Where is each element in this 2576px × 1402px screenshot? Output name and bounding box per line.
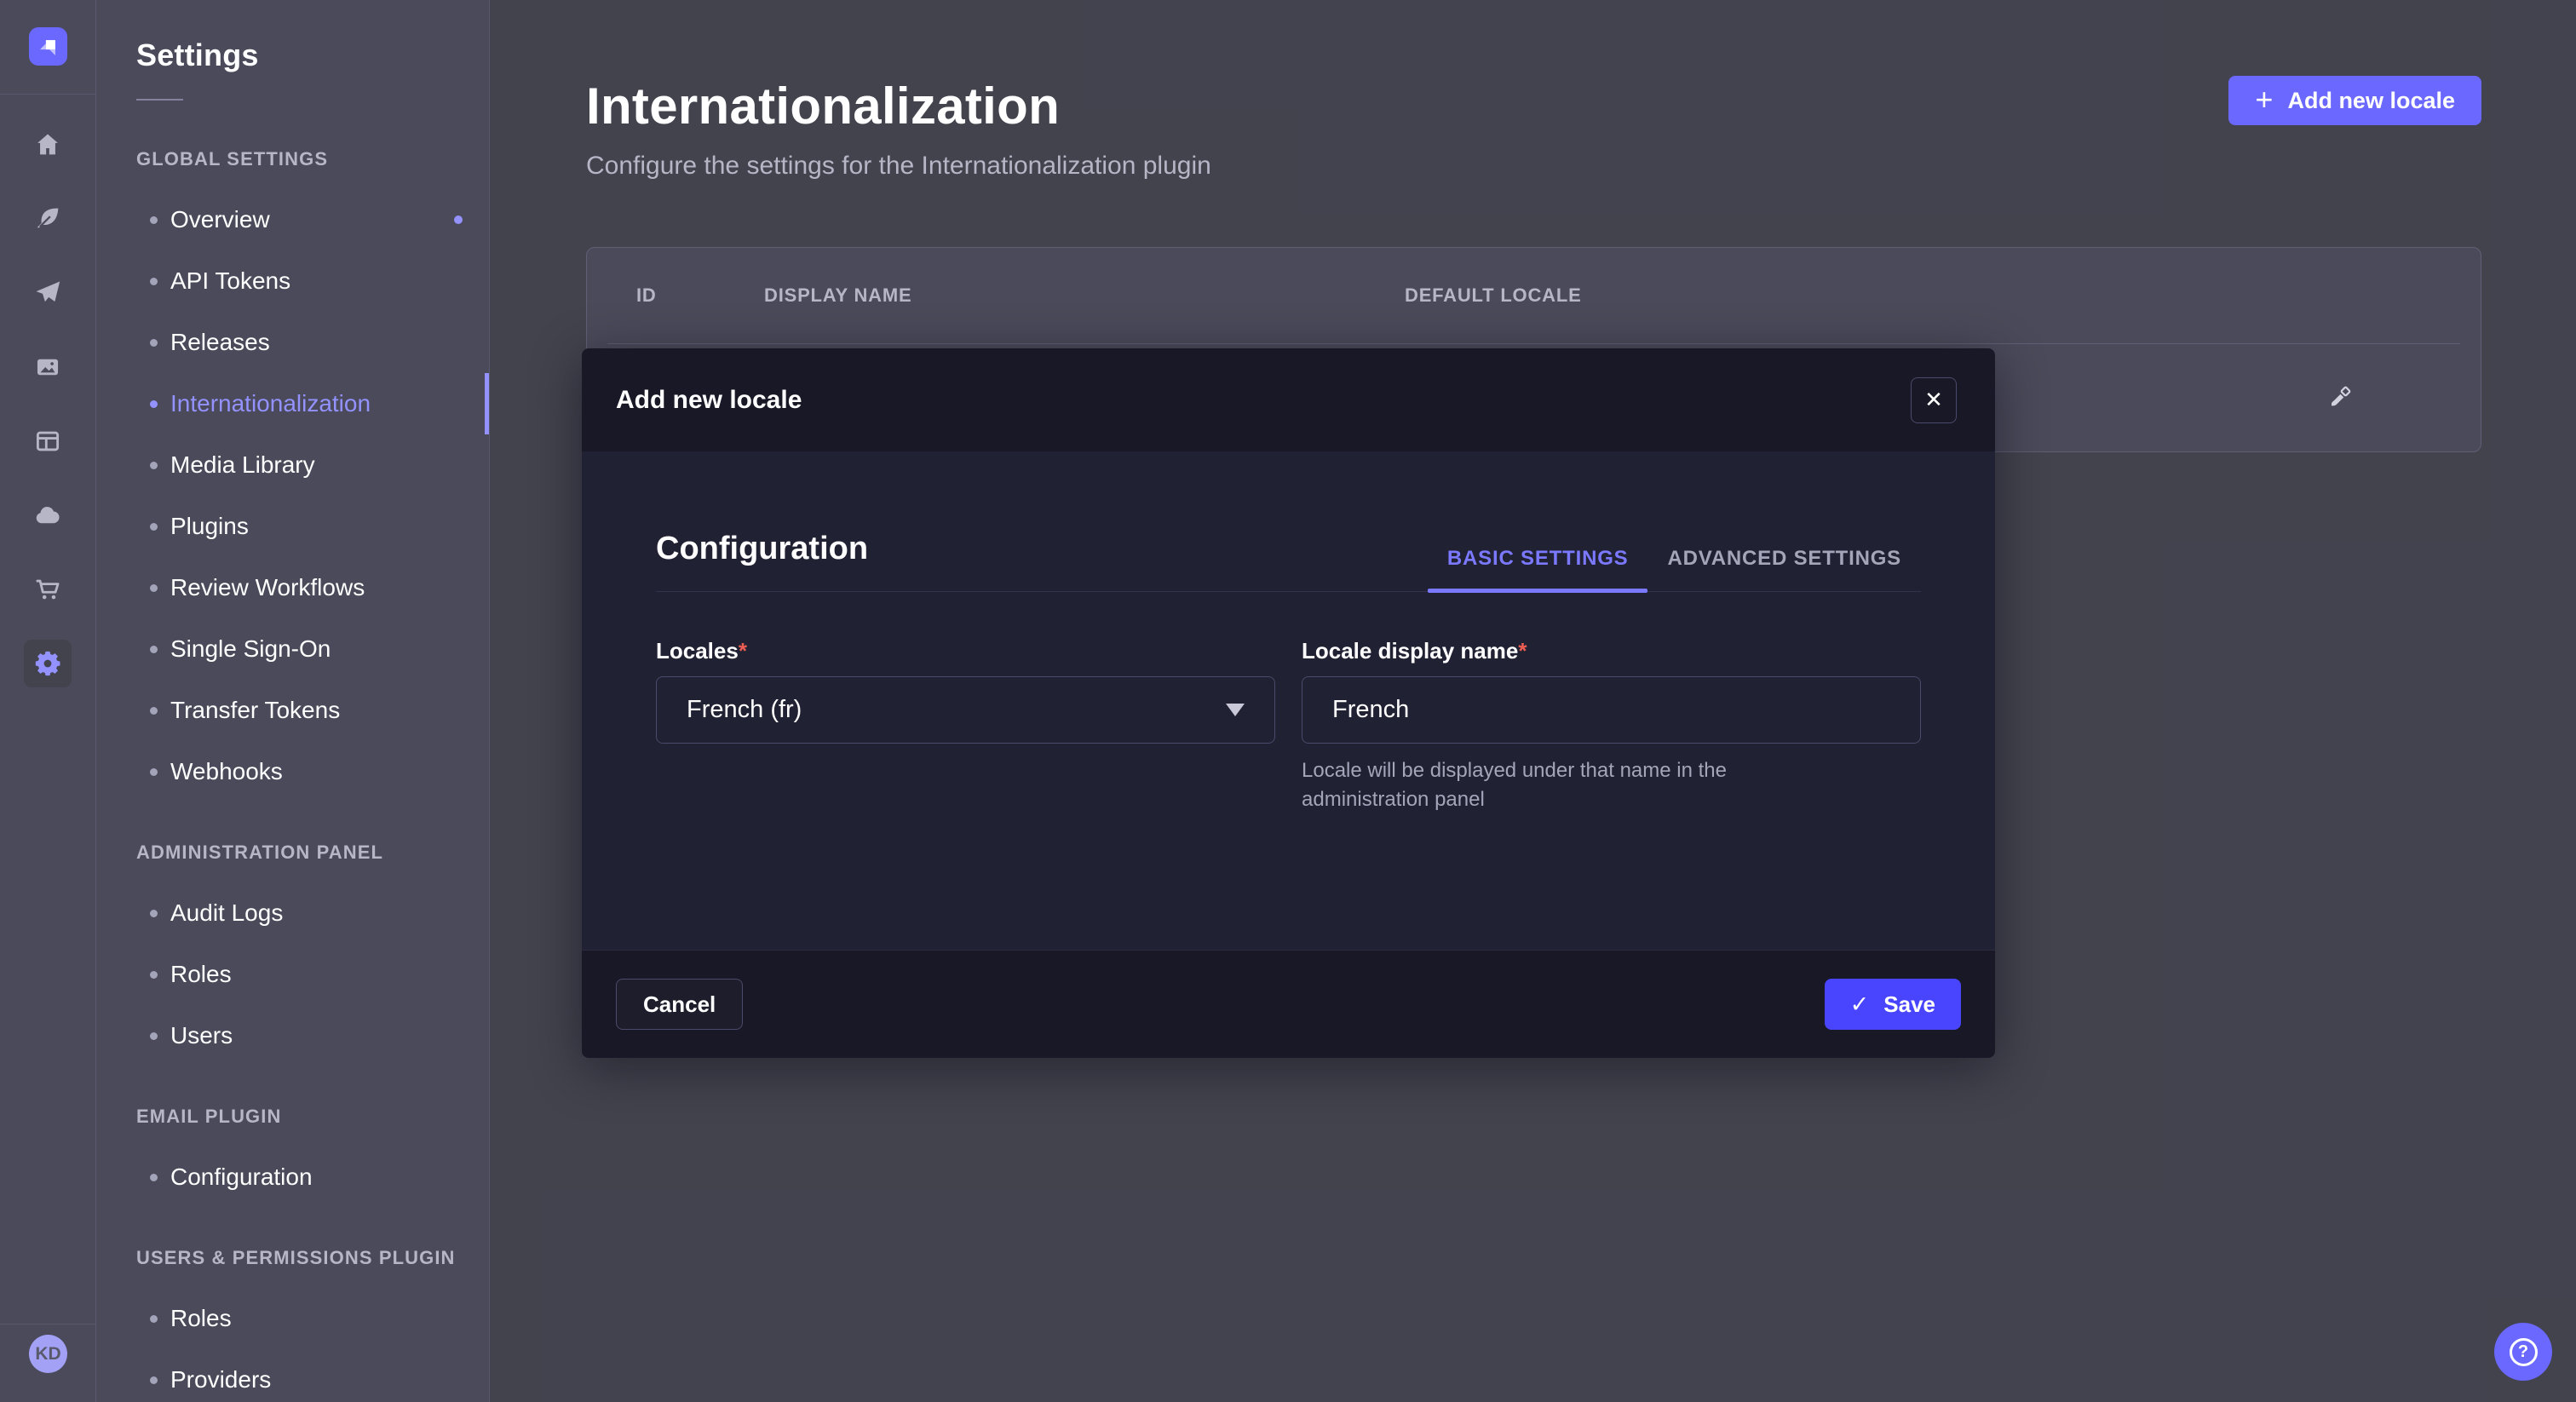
locales-field: Locales* French (fr) <box>656 638 1275 814</box>
modal-title: Add new locale <box>616 386 802 415</box>
locales-select-value: French (fr) <box>687 696 802 724</box>
display-name-field: Locale display name* Locale will be disp… <box>1302 638 1921 814</box>
tab-basic-settings[interactable]: BASIC SETTINGS <box>1428 547 1648 591</box>
add-locale-modal: Add new locale ✕ Configuration BASIC SET… <box>582 348 1995 1058</box>
close-icon: ✕ <box>1924 389 1943 411</box>
locales-select[interactable]: French (fr) <box>656 676 1275 744</box>
close-button[interactable]: ✕ <box>1911 377 1957 423</box>
save-button[interactable]: ✓ Save <box>1825 979 1961 1030</box>
configuration-title: Configuration <box>656 531 868 591</box>
strapi-admin-app: KD Settings GLOBAL SETTINGS Overview API… <box>0 0 2576 1402</box>
check-icon: ✓ <box>1850 991 1870 1018</box>
display-name-hint: Locale will be displayed under that name… <box>1302 756 1847 814</box>
save-button-label: Save <box>1883 991 1935 1018</box>
modal-body: Configuration BASIC SETTINGS ADVANCED SE… <box>582 451 1995 950</box>
configuration-header-row: Configuration BASIC SETTINGS ADVANCED SE… <box>656 451 1921 592</box>
required-asterisk: * <box>1518 638 1527 664</box>
locales-label: Locales* <box>656 638 1275 664</box>
settings-tabs: BASIC SETTINGS ADVANCED SETTINGS <box>1428 547 1921 591</box>
display-name-label: Locale display name* <box>1302 638 1921 664</box>
caret-down-icon <box>1226 704 1245 716</box>
modal-header: Add new locale ✕ <box>582 348 1995 451</box>
tab-advanced-settings[interactable]: ADVANCED SETTINGS <box>1647 547 1921 591</box>
display-name-input[interactable] <box>1302 676 1921 744</box>
required-asterisk: * <box>739 638 747 664</box>
cancel-button[interactable]: Cancel <box>616 979 743 1030</box>
modal-footer: Cancel ✓ Save <box>582 950 1995 1058</box>
